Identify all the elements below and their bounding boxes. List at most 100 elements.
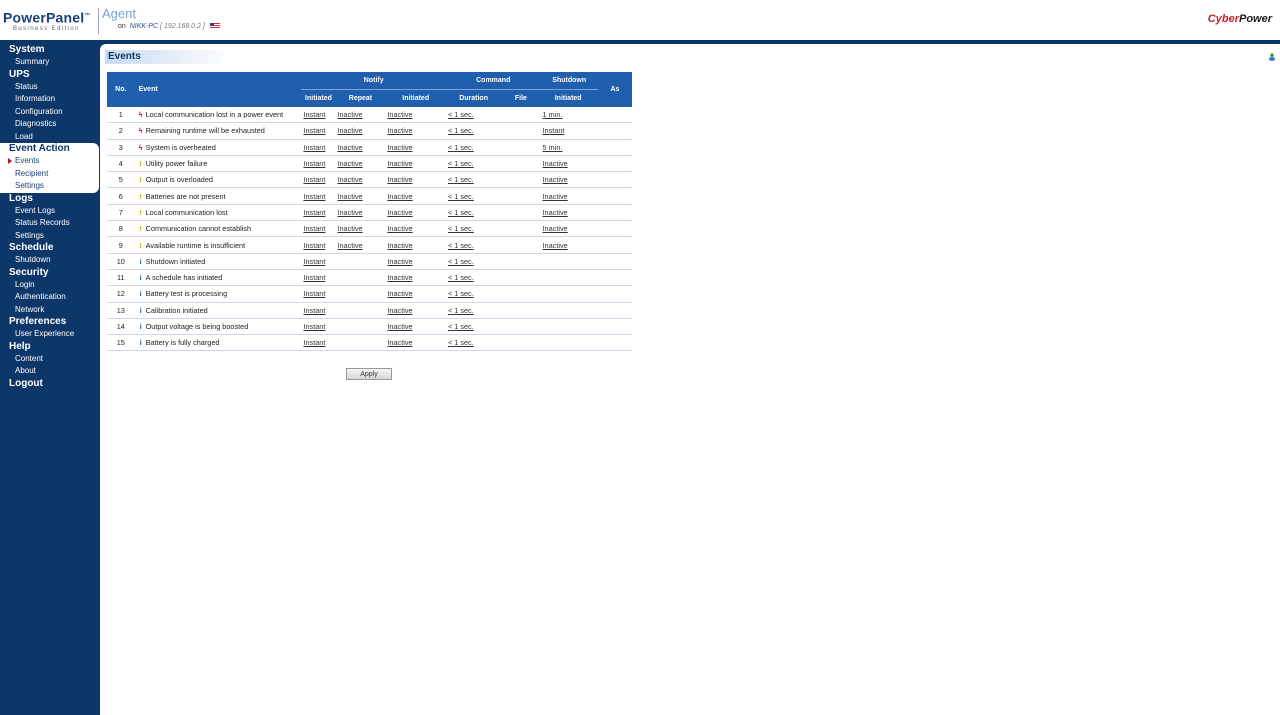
cell-event: ! Batteries are not present [134,187,302,205]
cell-shutdown-initiated-value[interactable]: 1 min. [543,110,563,119]
cell-notify-initiated-value[interactable]: Instant [303,175,325,184]
apply-button[interactable]: Apply [346,368,392,380]
cell-shutdown-initiated-value[interactable]: Inactive [543,192,568,201]
cell-command-duration-value[interactable]: < 1 sec. [448,126,474,135]
cell-notify-repeat-value[interactable]: Inactive [337,241,362,250]
cell-command-initiated-value[interactable]: Inactive [387,126,412,135]
sidebar-item-authentication[interactable]: Authentication [0,291,99,304]
cell-notify-repeat-value[interactable]: Inactive [337,110,362,119]
sidebar-item-user-experience[interactable]: User Experience [0,328,99,341]
sidebar-item-settings[interactable]: Settings [0,230,99,243]
cell-command-duration-value[interactable]: < 1 sec. [448,110,474,119]
cell-command-initiated-value[interactable]: Inactive [387,192,412,201]
nav-head-event-action[interactable]: Event Action [0,143,99,155]
cell-command-duration-value[interactable]: < 1 sec. [448,273,474,282]
sidebar-item-network[interactable]: Network [0,304,99,317]
sidebar-item-status-records[interactable]: Status Records [0,217,99,230]
cell-command-duration-value[interactable]: < 1 sec. [448,289,474,298]
sidebar-item-status[interactable]: Status [0,81,99,94]
cell-command-duration-value[interactable]: < 1 sec. [448,257,474,266]
nav-head-system[interactable]: System [0,44,99,56]
sidebar-item-label: Event Logs [15,205,56,215]
nav-head-schedule[interactable]: Schedule [0,242,99,254]
cell-notify-initiated-value[interactable]: Instant [303,289,325,298]
cell-command-duration-value[interactable]: < 1 sec. [448,143,474,152]
cell-command-duration-value[interactable]: < 1 sec. [448,175,474,184]
cell-command-initiated-value[interactable]: Inactive [387,143,412,152]
cell-notify-repeat-value[interactable]: Inactive [337,224,362,233]
cell-notify-initiated-value[interactable]: Instant [303,126,325,135]
cell-notify-initiated-value[interactable]: Instant [303,306,325,315]
cell-notify-repeat-value[interactable]: Inactive [337,126,362,135]
nav-head-logs[interactable]: Logs [0,193,99,205]
cell-command-initiated-value[interactable]: Inactive [387,338,412,347]
cell-command-duration-value[interactable]: < 1 sec. [448,338,474,347]
cell-no: 1 [107,107,135,124]
sidebar-item-events[interactable]: Events [0,155,99,168]
cell-command-duration-value[interactable]: < 1 sec. [448,322,474,331]
sidebar-item-diagnostics[interactable]: Diagnostics [0,118,99,131]
nav-head-preferences[interactable]: Preferences [0,316,99,328]
cell-command-initiated-value[interactable]: Inactive [387,175,412,184]
sidebar-item-configuration[interactable]: Configuration [0,106,99,119]
sidebar-item-shutdown[interactable]: Shutdown [0,254,99,267]
cell-command-initiated-value[interactable]: Inactive [387,241,412,250]
sidebar-item-about[interactable]: About [0,365,99,378]
cell-command-initiated-value[interactable]: Inactive [387,257,412,266]
sidebar-item-login[interactable]: Login [0,279,99,292]
cell-notify-initiated-value[interactable]: Instant [303,257,325,266]
nav-head-security[interactable]: Security [0,267,99,279]
cell-command-duration-value[interactable]: < 1 sec. [448,306,474,315]
nav-head-ups[interactable]: UPS [0,69,99,81]
cell-notify-repeat-value[interactable]: Inactive [337,143,362,152]
cell-notify-initiated-value[interactable]: Instant [303,273,325,282]
cell-notify-repeat-value[interactable]: Inactive [337,159,362,168]
nav-head-logout[interactable]: Logout [0,378,99,390]
cell-notify-initiated-value[interactable]: Instant [303,110,325,119]
sidebar-item-information[interactable]: Information [0,93,99,106]
sidebar-item-event-logs[interactable]: Event Logs [0,205,99,218]
cell-notify-initiated-value[interactable]: Instant [303,338,325,347]
cell-command-initiated-value[interactable]: Inactive [387,306,412,315]
cell-command-initiated-value[interactable]: Inactive [387,273,412,282]
cell-notify-initiated-value[interactable]: Instant [303,143,325,152]
cell-command-duration-value[interactable]: < 1 sec. [448,224,474,233]
cell-command-initiated-value[interactable]: Inactive [387,110,412,119]
cell-notify-repeat-value[interactable]: Inactive [337,175,362,184]
cell-command-duration-value[interactable]: < 1 sec. [448,159,474,168]
cell-no: 2 [107,122,135,140]
cell-notify-repeat-value[interactable]: Inactive [337,208,362,217]
event-name: Output is overloaded [145,175,213,185]
cell-notify-initiated-value[interactable]: Instant [303,159,325,168]
cell-command-initiated-value[interactable]: Inactive [387,289,412,298]
cell-shutdown-initiated-value[interactable]: Instant [543,126,565,135]
cell-command-initiated-value[interactable]: Inactive [387,208,412,217]
cell-command-initiated-value[interactable]: Inactive [387,224,412,233]
cell-shutdown-initiated-value[interactable]: Inactive [543,224,568,233]
cell-shutdown-initiated-value[interactable]: Inactive [543,175,568,184]
cell-shutdown-initiated-value[interactable]: Inactive [543,159,568,168]
us-flag-icon[interactable] [209,23,220,30]
cell-command-duration-value[interactable]: < 1 sec. [448,192,474,201]
cell-notify-initiated-value[interactable]: Instant [303,208,325,217]
sidebar-item-content[interactable]: Content [0,353,99,366]
sidebar-item-load[interactable]: Load [0,131,99,144]
sidebar-item-summary[interactable]: Summary [0,56,99,69]
cell-command-duration-value[interactable]: < 1 sec. [448,241,474,250]
cell-command-initiated-value[interactable]: Inactive [387,159,412,168]
cell-shutdown-initiated-value[interactable]: 5 min. [543,143,563,152]
user-status-icon[interactable] [1268,53,1276,61]
sidebar-item-recipient[interactable]: Recipient [0,168,99,181]
cell-shutdown-initiated-value[interactable]: Inactive [543,241,568,250]
cell-command-initiated-value[interactable]: Inactive [387,322,412,331]
cell-notify-repeat-value[interactable]: Inactive [337,192,362,201]
cell-notify-initiated-value[interactable]: Instant [303,322,325,331]
cell-command-duration-value[interactable]: < 1 sec. [448,208,474,217]
cell-notify-initiated-value[interactable]: Instant [303,241,325,250]
nav-head-help[interactable]: Help [0,341,99,353]
cell-notify-repeat [335,253,386,270]
cell-notify-initiated-value[interactable]: Instant [303,224,325,233]
cell-shutdown-initiated-value[interactable]: Inactive [543,208,568,217]
cell-notify-initiated-value[interactable]: Instant [303,192,325,201]
sidebar-item-settings[interactable]: Settings [0,180,99,193]
